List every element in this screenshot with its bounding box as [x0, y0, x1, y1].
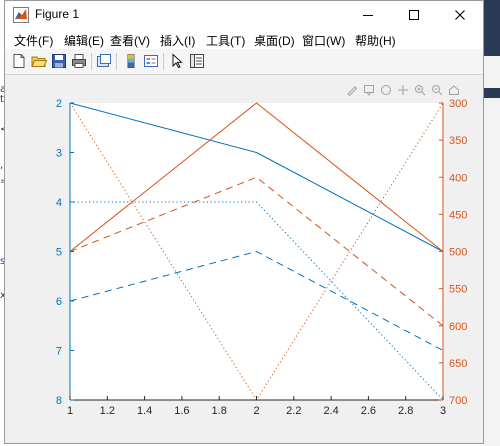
background-fragment: , [0, 160, 4, 171]
legend-icon [144, 55, 158, 67]
new-figure-icon [13, 54, 25, 68]
link-plot-button[interactable] [95, 52, 113, 70]
y-right-tick-label: 550 [449, 284, 467, 296]
x-tick-label: 1 [67, 405, 73, 417]
toolbar-separator [116, 53, 117, 70]
minimize-icon [363, 15, 373, 16]
open-file-icon [31, 56, 47, 67]
y-right-tick-label: 700 [449, 395, 467, 407]
menu-help[interactable]: 帮助(H) [355, 32, 396, 49]
property-editor-button[interactable] [188, 52, 206, 70]
x-tick-label: 1.8 [212, 405, 227, 417]
y-right-tick-label: 450 [449, 209, 467, 221]
menu-desktop[interactable]: 桌面(D) [254, 32, 295, 49]
y-left-tick-label: 2 [56, 98, 62, 110]
menu-edit[interactable]: 编辑(E) [64, 32, 104, 49]
x-tick-label: 1.2 [100, 405, 115, 417]
background-block [484, 88, 500, 98]
x-tick-label: 1.4 [137, 405, 152, 417]
x-tick-label: 1.6 [174, 405, 189, 417]
legend-button[interactable] [142, 52, 160, 70]
figure-canvas[interactable]: 1 1.2 1.4 1.6 1.8 2 2.2 2.4 2.6 2.8 3 2 3 4 5 6 7 8 300 350… [5, 75, 483, 443]
y-left-tick-label: 3 [56, 148, 62, 160]
figure-toolbar [5, 49, 483, 75]
colorbar-button[interactable] [122, 52, 140, 70]
x-tick-label: 3 [440, 405, 446, 417]
menu-bar: 文件(F) 编辑(E) 查看(V) 插入(I) 工具(T) 桌面(D) 窗口(W… [5, 29, 483, 49]
x-tick-label: 2 [253, 405, 259, 417]
y-right-tick-label: 350 [449, 135, 467, 147]
menu-file[interactable]: 文件(F) [14, 32, 53, 49]
x-tick-label: 2.6 [361, 405, 376, 417]
y-left-tick-label: 7 [56, 346, 62, 358]
menu-insert[interactable]: 插入(I) [160, 32, 195, 49]
pointer-icon [172, 53, 183, 69]
close-button[interactable] [437, 1, 483, 29]
edit-plot-button[interactable] [168, 52, 186, 70]
title-bar[interactable]: Figure 1 [5, 1, 483, 29]
x-tick-label: 2.8 [398, 405, 413, 417]
y-right-tick-label: 500 [449, 247, 467, 259]
new-figure-button[interactable] [10, 52, 28, 70]
link-plot-icon [97, 54, 111, 67]
toolbar-separator [91, 53, 92, 70]
y-left-tick-label: 4 [56, 197, 62, 209]
y-left-tick-label: 5 [56, 247, 62, 259]
x-tick-label: 2.4 [323, 405, 338, 417]
y-left-tick-label: 8 [56, 395, 62, 407]
y-right-tick-label: 650 [449, 358, 467, 370]
maximize-button[interactable] [391, 1, 437, 29]
y-right-tick-label: 300 [449, 98, 467, 110]
plot-svg: 1 1.2 1.4 1.6 1.8 2 2.2 2.4 2.6 2.8 3 2 3 4 5 6 7 8 300 350… [56, 98, 467, 417]
background-block [484, 0, 500, 56]
close-icon [455, 10, 465, 20]
print-icon [72, 54, 86, 68]
menu-view[interactable]: 查看(V) [110, 32, 150, 49]
maximize-icon [409, 10, 419, 20]
property-editor-icon [190, 54, 204, 68]
desktop-background-right [484, 0, 500, 446]
toolbar-separator [163, 53, 164, 70]
menu-tools[interactable]: 工具(T) [206, 32, 245, 49]
open-file-button[interactable] [30, 52, 48, 70]
y-right-tick-label: 400 [449, 172, 467, 184]
y-right-tick-label: 600 [449, 321, 467, 333]
menu-window[interactable]: 窗口(W) [302, 32, 345, 49]
window-title: Figure 1 [35, 7, 80, 21]
colorbar-icon [127, 54, 135, 68]
save-icon [52, 54, 66, 68]
matlab-logo-icon [13, 7, 29, 23]
figure-window: Figure 1 文件(F) 编辑(E) 查看(V) 插入(I) 工具(T) 桌… [4, 0, 484, 444]
save-button[interactable] [50, 52, 68, 70]
background-block [484, 70, 500, 88]
y-left-tick-label: 6 [56, 296, 62, 308]
minimize-button[interactable] [345, 1, 391, 29]
print-button[interactable] [70, 52, 88, 70]
x-tick-label: 2.2 [286, 405, 301, 417]
